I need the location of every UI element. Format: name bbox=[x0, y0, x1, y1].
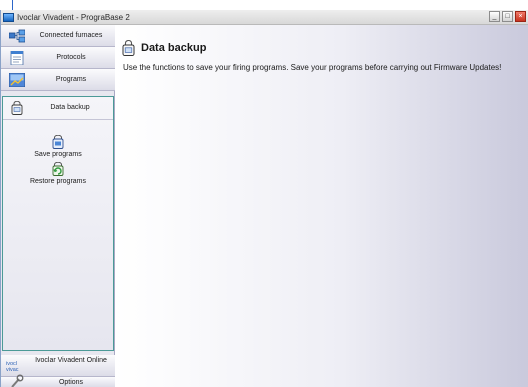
restore-programs-icon bbox=[52, 162, 64, 176]
minimize-button[interactable]: _ bbox=[489, 11, 500, 22]
panel-title: Data backup bbox=[50, 104, 90, 111]
furnaces-icon bbox=[9, 29, 25, 43]
window-title: Ivoclar Vivadent - PrograBase 2 bbox=[17, 12, 130, 22]
sidebar-item-options[interactable]: Options bbox=[1, 374, 115, 387]
sidebar-item-label: Protocols bbox=[56, 54, 86, 61]
app-window: Ivoclar Vivadent - PrograBase 2 _ □ × Co… bbox=[0, 10, 528, 387]
data-backup-icon bbox=[11, 101, 23, 115]
save-programs-button[interactable]: Save programs bbox=[3, 135, 113, 158]
save-programs-icon bbox=[52, 135, 64, 149]
sidebar-item-label: Options bbox=[58, 379, 84, 386]
sidebar: Connected furnaces Protocols Programs Da… bbox=[1, 25, 115, 387]
close-button[interactable]: × bbox=[515, 11, 526, 22]
sidebar-item-programs[interactable]: Programs bbox=[1, 69, 115, 91]
sidebar-item-protocols[interactable]: Protocols bbox=[1, 47, 115, 69]
svg-text:vivac: vivac bbox=[6, 367, 19, 373]
data-backup-panel: Data backup Save programs Restore progra… bbox=[2, 96, 114, 351]
protocols-icon bbox=[10, 51, 24, 65]
sidebar-item-label: Programs bbox=[55, 76, 87, 83]
page-title: Data backup bbox=[141, 42, 207, 54]
programs-icon bbox=[9, 73, 25, 87]
restore-programs-label: Restore programs bbox=[29, 178, 87, 185]
restore-button[interactable]: □ bbox=[502, 11, 513, 22]
title-bar[interactable]: Ivoclar Vivadent - PrograBase 2 _ □ × bbox=[1, 10, 528, 25]
restore-programs-button[interactable]: Restore programs bbox=[3, 162, 113, 185]
screen: Ivoclar Vivadent - PrograBase 2 _ □ × Co… bbox=[0, 0, 528, 387]
cursor-line bbox=[12, 0, 13, 10]
main-content: Data backup Use the functions to save yo… bbox=[115, 25, 528, 387]
sidebar-item-data-backup[interactable]: Data backup bbox=[3, 97, 113, 120]
window-controls: _ □ × bbox=[489, 11, 526, 22]
tools-icon bbox=[11, 374, 24, 387]
ivoclar-logo: ivocl vivac bbox=[6, 361, 19, 373]
save-programs-label: Save programs bbox=[34, 151, 82, 158]
sidebar-item-label: Connected furnaces bbox=[39, 32, 103, 39]
sidebar-item-connected-furnaces[interactable]: Connected furnaces bbox=[1, 25, 115, 47]
data-backup-icon bbox=[122, 40, 135, 56]
app-icon bbox=[3, 12, 14, 22]
content-header: Data backup bbox=[122, 40, 206, 56]
page-description: Use the functions to save your firing pr… bbox=[123, 63, 502, 72]
sidebar-item-label: Ivoclar Vivadent Online bbox=[35, 357, 107, 364]
